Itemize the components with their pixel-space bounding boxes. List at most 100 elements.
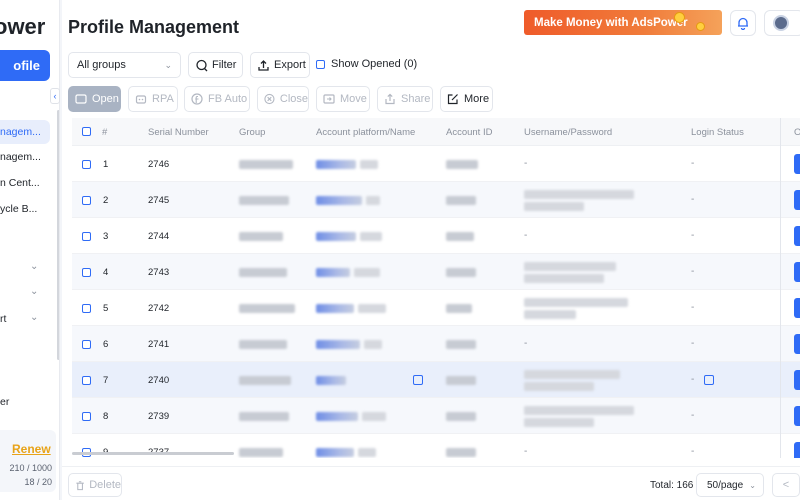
username-value: - [524, 230, 528, 241]
page-title: Profile Management [68, 17, 240, 37]
sidebar-item-profile-management[interactable]: nagem... [0, 120, 50, 144]
table-row[interactable]: 1 2746 - - [72, 146, 800, 182]
notification-button[interactable] [730, 10, 756, 36]
platform-value-redacted [316, 196, 362, 205]
platform-value-redacted [316, 412, 358, 421]
group-value-redacted [239, 160, 293, 169]
row-open-button[interactable] [794, 298, 800, 318]
username-value: - [524, 446, 528, 457]
row-open-button[interactable] [794, 334, 800, 354]
row-index: 4 [103, 267, 109, 278]
sidebar-item-extension-center[interactable]: n Cent... [0, 171, 50, 195]
account-name-redacted [362, 412, 386, 421]
close-icon [264, 93, 275, 105]
row-checkbox[interactable] [82, 232, 91, 241]
column-header[interactable]: # [102, 127, 107, 138]
move-button[interactable]: Move [316, 86, 370, 112]
column-header[interactable]: O [794, 127, 800, 138]
more-button[interactable]: More [440, 86, 493, 112]
username-redacted [524, 190, 634, 199]
member-quota: 18 / 20 [24, 477, 52, 487]
chevron-down-icon[interactable]: ⌄ [30, 286, 38, 297]
column-header[interactable]: Group [239, 127, 265, 138]
column-header[interactable]: Login Status [691, 127, 744, 138]
sidebar-item-recycle-bin[interactable]: ycle B... [0, 197, 50, 221]
open-button[interactable]: Open [68, 86, 121, 112]
rpa-button[interactable]: RPA [128, 86, 178, 112]
sidebar-item-group-management[interactable]: nagem... [0, 145, 50, 169]
open-browser-icon [75, 94, 87, 104]
horizontal-scrollbar[interactable] [72, 452, 234, 455]
account-name-redacted [354, 268, 380, 277]
account-id-redacted [446, 232, 474, 241]
row-checkbox[interactable] [82, 412, 91, 421]
row-checkbox[interactable] [82, 160, 91, 169]
row-open-button[interactable] [794, 406, 800, 426]
account-name-redacted [360, 232, 382, 241]
collapse-sidebar-button[interactable]: ‹ [50, 88, 60, 104]
row-checkbox[interactable] [82, 304, 91, 313]
sidebar-item-other[interactable]: er [0, 396, 9, 408]
account-menu-button[interactable] [764, 10, 800, 36]
renew-link[interactable]: Renew [12, 442, 51, 456]
password-redacted [524, 418, 594, 427]
row-checkbox[interactable] [82, 376, 91, 385]
show-opened-toggle[interactable]: Show Opened (0) [316, 58, 417, 70]
login-status: - [691, 158, 695, 169]
group-select[interactable]: All groups ⌄ [68, 52, 181, 78]
main-panel: Profile Management Make Money with AdsPo… [62, 0, 800, 500]
table-row[interactable]: 5 2742 - [72, 290, 800, 326]
column-header[interactable]: Account ID [446, 127, 492, 138]
fb-auto-label: FB Auto [208, 93, 248, 105]
row-checkbox[interactable] [82, 268, 91, 277]
sidebar-scrollbar[interactable] [57, 110, 59, 360]
table-row[interactable]: 4 2743 - [72, 254, 800, 290]
column-header[interactable]: Account platform/Name [316, 127, 415, 138]
chevron-down-icon[interactable]: ⌄ [30, 312, 38, 323]
edit-icon[interactable] [704, 375, 714, 385]
new-profile-button[interactable]: ofile [0, 50, 50, 81]
table-row[interactable]: 2 2745 - [72, 182, 800, 218]
promo-banner[interactable]: Make Money with AdsPower [524, 10, 722, 35]
page-size-select[interactable]: 50/page ⌄ [696, 473, 764, 497]
row-checkbox[interactable] [82, 340, 91, 349]
login-status: - [691, 374, 695, 385]
password-redacted [524, 274, 604, 283]
table-row[interactable]: 6 2741 - - [72, 326, 800, 362]
column-header[interactable]: Username/Password [524, 127, 612, 138]
row-open-button[interactable] [794, 190, 800, 210]
account-id-redacted [446, 196, 476, 205]
column-header[interactable]: Serial Number [148, 127, 209, 138]
row-open-button[interactable] [794, 262, 800, 282]
delete-label: Delete [89, 479, 121, 491]
account-id-redacted [446, 412, 476, 421]
table-row[interactable]: 8 2739 - [72, 398, 800, 434]
username-redacted [524, 370, 620, 379]
prev-page-button[interactable]: < [772, 473, 800, 497]
chevron-down-icon[interactable]: ⌄ [30, 261, 38, 272]
row-open-button[interactable] [794, 226, 800, 246]
filter-button[interactable]: Filter [188, 52, 243, 78]
table-row[interactable]: 3 2744 - - [72, 218, 800, 254]
sidebar-item-support[interactable]: rt [0, 313, 6, 325]
share-button[interactable]: Share [377, 86, 433, 112]
share-label: Share [401, 93, 431, 105]
username-redacted [524, 298, 628, 307]
row-open-button[interactable] [794, 370, 800, 390]
robot-icon [135, 95, 147, 104]
delete-button[interactable]: Delete [68, 473, 122, 497]
edit-icon[interactable] [413, 375, 423, 385]
export-button[interactable]: Export [250, 52, 310, 78]
table-row[interactable]: 7 2740 - [72, 362, 800, 398]
fb-auto-button[interactable]: FB Auto [184, 86, 250, 112]
account-name-redacted [366, 196, 380, 205]
select-all-checkbox[interactable] [82, 127, 91, 136]
rpa-label: RPA [152, 93, 174, 105]
username-value: - [524, 338, 528, 349]
row-checkbox[interactable] [82, 196, 91, 205]
edit-icon [447, 94, 458, 105]
row-open-button[interactable] [794, 154, 800, 174]
close-button[interactable]: Close [257, 86, 309, 112]
checkbox[interactable] [316, 59, 325, 69]
row-open-button[interactable] [794, 442, 800, 458]
